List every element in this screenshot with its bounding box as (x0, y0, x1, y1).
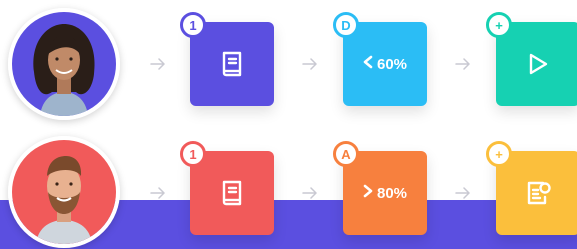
arrow-right-icon (302, 58, 318, 70)
score-value: 60% (376, 55, 408, 73)
score-threshold: 80% (363, 184, 407, 202)
step-card-score: 60% (343, 22, 427, 106)
step-badge: 1 (180, 141, 206, 167)
arrow-right-icon (455, 58, 471, 70)
arrow-right-icon (150, 187, 166, 199)
book-icon (219, 179, 245, 207)
plus-badge: + (486, 141, 512, 167)
step-badge: 1 (180, 12, 206, 38)
arrow-right-icon (302, 187, 318, 199)
grade-badge: A (333, 141, 359, 167)
step-card-lesson (190, 151, 274, 235)
score-value: 80% (376, 184, 408, 202)
certificate-icon (524, 179, 552, 207)
step-card-certificate (496, 151, 577, 235)
step-card-score: 80% (343, 151, 427, 235)
plus-badge: + (486, 12, 512, 38)
score-threshold: 60% (363, 55, 407, 73)
step-card-action (496, 22, 577, 106)
grade-badge: D (333, 12, 359, 38)
arrow-right-icon (150, 58, 166, 70)
less-than-icon (363, 55, 373, 73)
greater-than-icon (363, 184, 373, 202)
avatar-man (8, 136, 120, 248)
step-card-lesson (190, 22, 274, 106)
avatar-woman (8, 8, 120, 120)
arrow-right-icon (455, 187, 471, 199)
play-icon (527, 52, 549, 76)
book-icon (219, 50, 245, 78)
